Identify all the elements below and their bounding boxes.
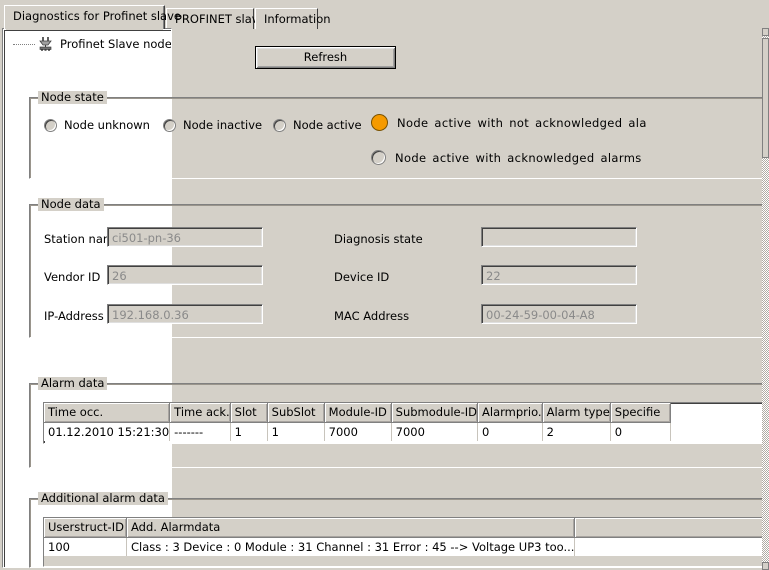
radio-label: Node active [293,118,362,132]
radio-indicator[interactable] [44,118,57,132]
tab-label: Information [264,12,331,26]
table-row[interactable]: 100 Class : 3 Device : 0 Module : 31 Cha… [44,537,766,556]
mac-address-label: MAC Address [334,309,410,323]
cell-slot: 1 [230,422,268,441]
radio-node-active[interactable]: Node active [273,118,362,132]
radio-label: Node inactive [183,118,263,132]
table-row[interactable]: 01.12.2010 15:21:30 ------- 1 1 7000 700… [44,422,671,441]
column-header-slot[interactable]: Slot [230,403,268,423]
radio-label: Node unknown [64,118,150,132]
refresh-button[interactable]: Refresh [255,46,396,69]
column-header-userstruct-id[interactable]: Userstruct-ID [44,518,128,538]
radio-indicator[interactable] [371,150,386,165]
node-data-group: Node data Station name ci501-pn-36 Vendo… [29,198,769,338]
radio-indicator[interactable] [273,118,286,132]
cell-specifier: 0 [610,422,671,441]
profinet-node-icon [39,37,52,51]
additional-alarm-data-table[interactable]: Userstruct-ID Add. Alarmdata 100 Class :… [43,517,767,567]
node-state-group: Node state Node unknown Node inactive No… [29,91,769,179]
device-id-label: Device ID [334,270,390,284]
table-row-empty [44,555,766,566]
radio-indicator[interactable] [163,118,176,132]
column-header-subslot[interactable]: SubSlot [267,403,325,423]
additional-alarm-data-table-element: Userstruct-ID Add. Alarmdata 100 Class :… [44,518,766,566]
vertical-scrollbar[interactable] [762,28,769,570]
tree-item-label: Profinet Slave node infor [60,36,172,51]
tree-item-profinet-slave-node-information[interactable]: Profinet Slave node infor [13,36,172,51]
radio-indicator-selected[interactable] [371,114,388,131]
radio-label: Node active with not acknowledged ala [397,115,647,130]
alarm-data-table[interactable]: Time occ. Time ack. Slot SubSlot Module-… [43,402,767,444]
cell-subslot: 1 [267,422,325,441]
scrollbar-thumb[interactable] [762,38,769,158]
cell-alarm-type: 2 [542,422,611,441]
alarm-data-group-title: Alarm data [38,377,108,390]
additional-alarm-data-group: Additional alarm data Userstruct-ID Add.… [29,492,769,568]
diagnosis-state-field[interactable] [481,227,637,247]
radio-label: Node active with acknowledged alarms [395,150,642,165]
scroll-down-arrow-icon[interactable] [762,562,769,570]
tab-bar: Diagnostics for Profinet slave PROFINET … [0,0,769,30]
column-header-specifier[interactable]: Specifie [610,403,671,423]
alarm-data-table-element: Time occ. Time ack. Slot SubSlot Module-… [44,403,671,441]
tree-connector-line [13,44,35,45]
table-header-row: Time occ. Time ack. Slot SubSlot Module-… [44,403,671,423]
table-header-row: Userstruct-ID Add. Alarmdata [44,518,766,538]
scroll-up-arrow-icon[interactable] [762,28,769,36]
ip-address-field[interactable]: 192.168.0.36 [107,304,263,324]
column-header-submodule-id[interactable]: Submodule-ID [391,403,479,423]
radio-node-inactive[interactable]: Node inactive [163,118,262,132]
tab-label: Diagnostics for Profinet slave [13,9,181,23]
cell-submodule-id: 7000 [391,422,479,441]
column-header-alarm-type[interactable]: Alarm type [542,403,611,423]
cell-time-ack: ------- [169,422,231,441]
tab-information[interactable]: Information [255,8,331,29]
column-header-time-occ[interactable]: Time occ. [44,403,171,423]
column-header-add-alarmdata[interactable]: Add. Alarmdata [126,518,576,538]
node-state-group-title: Node state [38,91,107,104]
node-data-group-title: Node data [38,198,104,211]
alarm-data-group: Alarm data Time occ. Time ack. Slot SubS… [29,377,769,468]
vendor-id-label: Vendor ID [44,270,101,284]
cell-module-id: 7000 [324,422,392,441]
tab-label: PROFINET slave [175,12,266,26]
mac-address-field[interactable]: 00-24-59-00-04-A8 [481,304,637,324]
cell-empty [574,537,766,556]
radio-node-unknown[interactable]: Node unknown [44,118,150,132]
refresh-button-label: Refresh [303,49,348,64]
profinet-diagnostics-window: Diagnostics for Profinet slave PROFINET … [0,0,769,570]
column-header-module-id[interactable]: Module-ID [324,403,392,423]
column-header-time-ack[interactable]: Time ack. [169,403,231,423]
station-name-field[interactable]: ci501-pn-36 [107,227,263,247]
column-header-alarmprio[interactable]: Alarmprio. [477,403,543,423]
radio-node-active-with-acknowledged-alarms[interactable]: Node active with acknowledged alarms [371,150,642,165]
additional-alarm-data-group-title: Additional alarm data [38,492,168,505]
ip-address-label: IP-Address [44,309,104,323]
column-header-empty[interactable] [574,518,766,538]
cell-userstruct-id: 100 [44,537,128,556]
vendor-id-field[interactable]: 26 [107,265,263,285]
cell-add-alarmdata: Class : 3 Device : 0 Module : 31 Channel… [126,537,576,556]
tab-diagnostics-for-profinet-slave[interactable]: Diagnostics for Profinet slave [4,5,181,30]
cell-time-occ: 01.12.2010 15:21:30 [44,422,171,441]
device-id-field[interactable]: 22 [481,265,637,285]
diagnosis-state-label: Diagnosis state [334,232,423,246]
radio-node-active-with-not-acknowledged-alarms[interactable]: Node active with not acknowledged ala [371,114,647,131]
cell-alarmprio: 0 [477,422,543,441]
